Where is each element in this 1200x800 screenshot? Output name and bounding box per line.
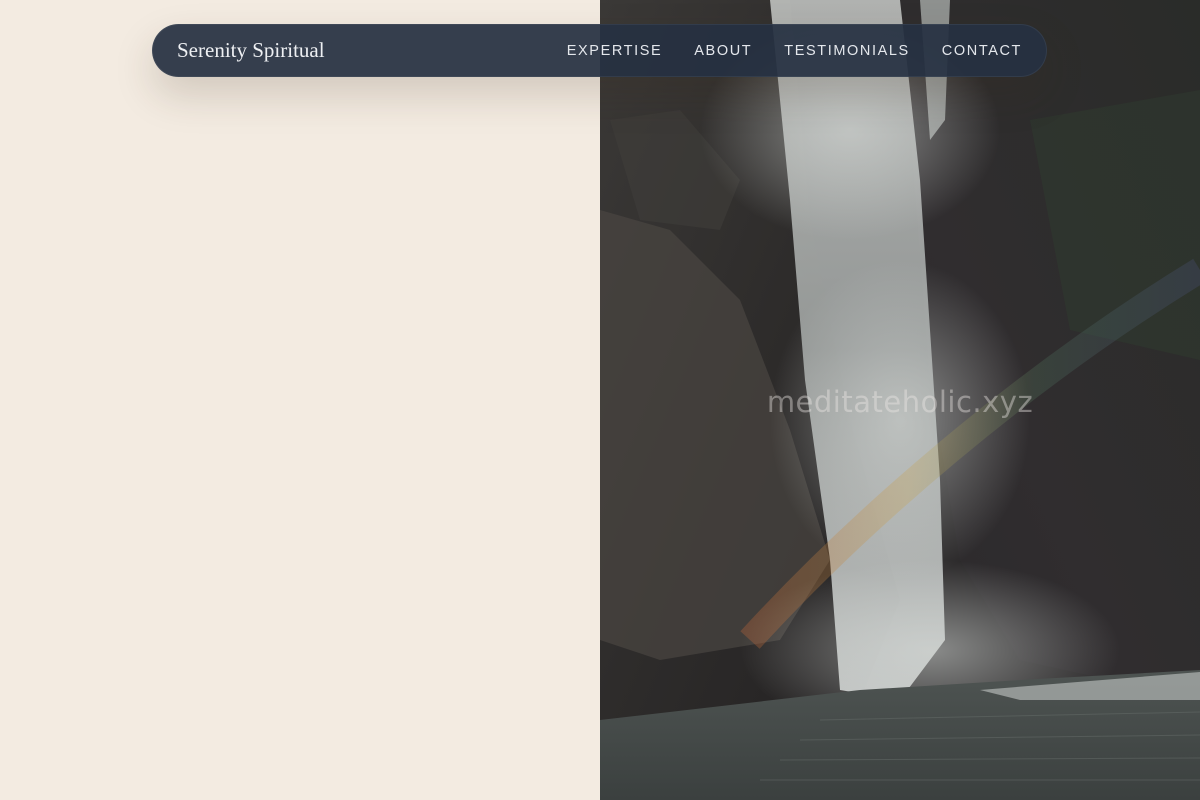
nav-link-contact[interactable]: CONTACT <box>942 43 1022 59</box>
nav-link-testimonials[interactable]: TESTIMONIALS <box>784 43 910 59</box>
page: meditateholic.xyz Serenity Spiritual EXP… <box>0 0 1200 800</box>
nav-links: EXPERTISE ABOUT TESTIMONIALS CONTACT <box>567 43 1022 59</box>
left-panel <box>0 0 600 800</box>
brand-logo-link[interactable]: Serenity Spiritual <box>177 38 325 63</box>
hero-waterfall-image <box>600 0 1200 800</box>
nav-link-about[interactable]: ABOUT <box>694 43 752 59</box>
top-navbar: Serenity Spiritual EXPERTISE ABOUT TESTI… <box>152 24 1047 77</box>
nav-link-expertise[interactable]: EXPERTISE <box>567 43 663 59</box>
